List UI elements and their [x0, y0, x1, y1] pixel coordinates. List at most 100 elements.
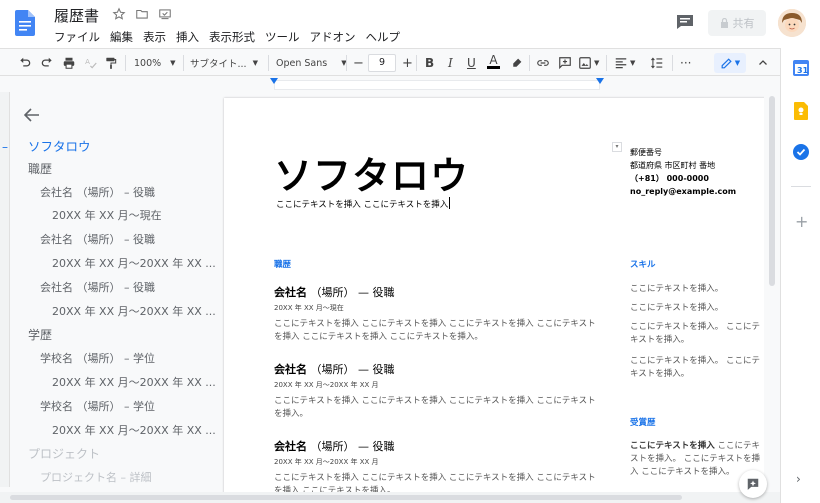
document-canvas[interactable]: ソフタロウ ここにテキストを挿入 ここにテキストを挿入 ▾ 郵便番号 都道府県 …	[222, 92, 764, 492]
menu-edit[interactable]: 編集	[110, 29, 133, 45]
horizontal-scroll-thumb[interactable]	[10, 495, 682, 500]
outline-item[interactable]: プロジェクト名 – 詳細	[40, 469, 152, 485]
redo-icon[interactable]	[40, 54, 54, 72]
text-color-button[interactable]: A	[487, 54, 500, 72]
job-date[interactable]: 20XX 年 XX 月〜20XX 年 XX 月	[274, 457, 379, 467]
font-size-input[interactable]: 9	[368, 54, 396, 72]
spellcheck-icon[interactable]: A	[84, 54, 98, 72]
editing-mode-button[interactable]: ▼	[714, 53, 746, 73]
line-spacing-icon[interactable]	[650, 54, 664, 72]
outline-item[interactable]: 学歴	[28, 326, 52, 343]
close-outline-arrow-icon[interactable]	[23, 108, 40, 122]
highlight-icon[interactable]	[510, 54, 523, 72]
outline-item[interactable]: 会社名 （場所） – 役職	[40, 184, 155, 200]
share-button[interactable]: 共有	[708, 10, 766, 36]
chevron-down-icon: ▼	[594, 59, 600, 67]
document-title[interactable]: 履歴書	[54, 5, 99, 26]
job-description[interactable]: ここにテキストを挿入 ここにテキストを挿入 ここにテキストを挿入 ここにテキスト…	[274, 318, 604, 344]
outline-item[interactable]: 20XX 年 XX 月〜20XX 年 XX ...	[52, 422, 216, 438]
explore-button[interactable]	[739, 470, 767, 498]
job-description[interactable]: ここにテキストを挿入 ここにテキストを挿入 ここにテキストを挿入 ここにテキスト…	[274, 472, 604, 492]
outline-item[interactable]: 20XX 年 XX 月〜現在	[52, 207, 162, 223]
contact-block[interactable]: 郵便番号 都道府県 市区町村 番地 （+81） 000-0000 no_repl…	[630, 146, 736, 198]
award-item[interactable]: ここにテキストを挿入 ここにテキストを挿入。 ここにテキストを挿入 ここにテキス…	[630, 440, 760, 479]
tasks-icon[interactable]	[793, 144, 809, 163]
decrease-font-size-button[interactable]: −	[353, 54, 364, 72]
outline-item[interactable]: 20XX 年 XX 月〜20XX 年 XX ...	[52, 255, 216, 271]
underline-button[interactable]: U	[467, 54, 476, 72]
horizontal-scrollbar[interactable]	[0, 492, 780, 503]
job-date[interactable]: 20XX 年 XX 月〜20XX 年 XX 月	[274, 380, 379, 390]
bold-button[interactable]: B	[425, 54, 434, 72]
outline-current-marker: –	[2, 140, 8, 154]
outline-item[interactable]: 学校名 （場所） – 学位	[40, 350, 155, 366]
zoom-select[interactable]: 100% ▼	[134, 54, 176, 72]
horizontal-ruler[interactable]	[222, 77, 764, 91]
more-options-icon[interactable]: ···	[680, 54, 691, 72]
resume-name[interactable]: ソフタロウ	[274, 145, 469, 200]
outline-item[interactable]: ソフタロウ	[28, 136, 91, 155]
skill-item[interactable]: ここにテキストを挿入。 ここにテキストを挿入。	[630, 355, 760, 381]
experience-heading[interactable]: 職歴	[274, 258, 291, 270]
job-date[interactable]: 20XX 年 XX 月〜現在	[274, 303, 344, 313]
job-place-role: （場所） — 役職	[310, 363, 395, 376]
outline-item[interactable]: 会社名 （場所） – 役職	[40, 279, 155, 295]
move-folder-icon[interactable]	[135, 7, 149, 21]
awards-heading[interactable]: 受賞歴	[630, 416, 656, 428]
add-addon-icon[interactable]: +	[795, 212, 808, 231]
increase-font-size-button[interactable]: +	[402, 54, 413, 72]
job-title[interactable]: 会社名 （場所） — 役職	[274, 361, 395, 377]
table-cell-menu-icon[interactable]: ▾	[612, 142, 622, 152]
skills-heading[interactable]: スキル	[630, 258, 656, 270]
svg-text:31: 31	[797, 66, 809, 75]
subtitle-text: ここにテキストを挿入 ここにテキストを挿入	[276, 200, 449, 210]
menu-view[interactable]: 表示	[143, 29, 166, 45]
print-icon[interactable]	[62, 54, 76, 72]
keep-icon[interactable]	[794, 102, 808, 123]
cloud-status-icon[interactable]	[158, 7, 172, 21]
menu-format[interactable]: 表示形式	[209, 29, 255, 45]
document-page[interactable]: ソフタロウ ここにテキストを挿入 ここにテキストを挿入 ▾ 郵便番号 都道府県 …	[224, 98, 764, 492]
avatar[interactable]	[778, 9, 806, 37]
italic-button[interactable]: I	[448, 54, 453, 72]
docs-logo-icon[interactable]	[15, 10, 35, 36]
menu-help[interactable]: ヘルプ	[366, 29, 401, 45]
vertical-scroll-thumb[interactable]	[769, 96, 775, 286]
style-select[interactable]: サブタイト... ▼	[190, 54, 258, 72]
contact-email: no_reply@example.com	[630, 187, 737, 196]
outline-item[interactable]: 20XX 年 XX 月〜20XX 年 XX ...	[52, 303, 216, 319]
outline-item[interactable]: プロジェクト	[28, 445, 100, 462]
resume-subtitle[interactable]: ここにテキストを挿入 ここにテキストを挿入	[276, 197, 451, 210]
align-left-icon[interactable]: ▼	[614, 54, 635, 72]
job-title[interactable]: 会社名 （場所） — 役職	[274, 284, 395, 300]
side-panel: 31 + ›	[780, 48, 820, 503]
undo-icon[interactable]	[18, 54, 32, 72]
job-description[interactable]: ここにテキストを挿入 ここにテキストを挿入 ここにテキストを挿入 ここにテキスト…	[274, 395, 604, 421]
comment-history-icon[interactable]	[676, 14, 694, 30]
pencil-icon	[720, 57, 733, 70]
insert-image-icon[interactable]: ▼	[578, 54, 599, 72]
paint-format-icon[interactable]	[104, 54, 118, 72]
menu-addons[interactable]: アドオン	[310, 29, 356, 45]
star-icon[interactable]	[112, 7, 126, 21]
skill-item[interactable]: ここにテキストを挿入。 ここにテキストを挿入。	[630, 321, 760, 347]
menu-file[interactable]: ファイル	[54, 29, 100, 45]
outline-item[interactable]: 会社名 （場所） – 役職	[40, 231, 155, 247]
outline-item[interactable]: 職歴	[28, 160, 52, 177]
add-comment-icon[interactable]	[558, 54, 572, 72]
menu-tools[interactable]: ツール	[265, 29, 300, 45]
outline-item[interactable]: 学校名 （場所） – 学位	[40, 398, 155, 414]
vertical-scrollbar[interactable]	[766, 92, 778, 487]
font-select[interactable]: Open Sans ▼	[276, 54, 347, 72]
job-title[interactable]: 会社名 （場所） — 役職	[274, 438, 395, 454]
calendar-icon[interactable]: 31	[793, 60, 809, 79]
expand-panel-icon[interactable]: ›	[796, 472, 801, 486]
menu-insert[interactable]: 挿入	[176, 29, 199, 45]
collapse-toolbar-icon[interactable]	[757, 54, 769, 72]
skill-item[interactable]: ここにテキストを挿入。	[630, 283, 760, 296]
insert-link-icon[interactable]	[536, 54, 550, 72]
contact-address: 都道府県 市区町村 番地	[630, 161, 716, 170]
skill-item[interactable]: ここにテキストを挿入。	[630, 302, 760, 315]
outline-item[interactable]: 20XX 年 XX 月〜20XX 年 XX ...	[52, 374, 216, 390]
title-bar: 履歴書 ファイル 編集 表示 挿入 表示形式 ツール アドオン ヘルプ 共有	[0, 0, 820, 48]
